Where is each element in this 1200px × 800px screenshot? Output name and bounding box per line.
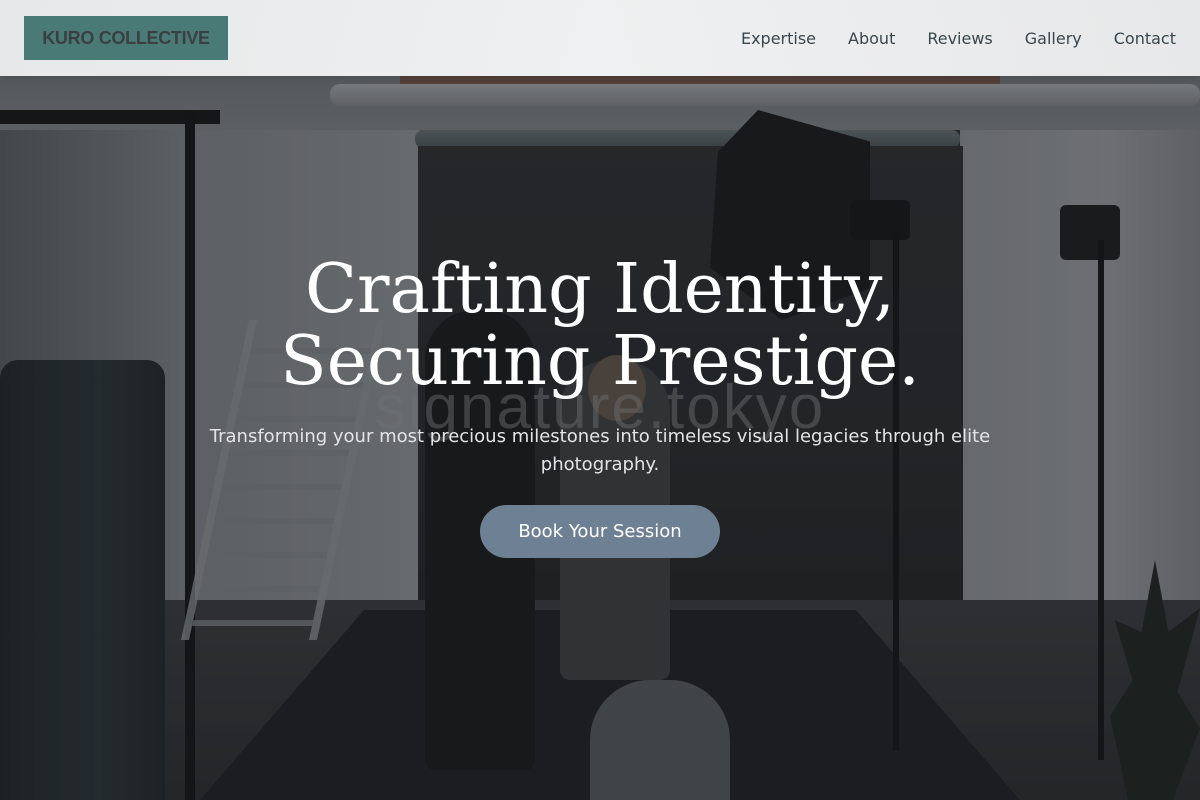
- brand-logo[interactable]: KURO COLLECTIVE: [24, 16, 228, 60]
- nav-link-contact[interactable]: Contact: [1114, 29, 1176, 48]
- main-nav: Expertise About Reviews Gallery Contact: [741, 0, 1176, 76]
- landing-page: signature.tokyo KURO COLLECTIVE Expertis…: [0, 0, 1200, 800]
- site-header: KURO COLLECTIVE Expertise About Reviews …: [0, 0, 1200, 76]
- hero-title-line-2: Securing Prestige.: [280, 322, 920, 401]
- nav-link-expertise[interactable]: Expertise: [741, 29, 816, 48]
- nav-link-about[interactable]: About: [848, 29, 895, 48]
- hero-subtitle: Transforming your most precious mileston…: [209, 426, 991, 475]
- book-session-button[interactable]: Book Your Session: [480, 505, 720, 558]
- nav-link-gallery[interactable]: Gallery: [1025, 29, 1082, 48]
- hero-title-line-1: Crafting Identity,: [304, 250, 896, 329]
- nav-link-reviews[interactable]: Reviews: [927, 29, 992, 48]
- brand-logo-text: KURO COLLECTIVE: [42, 27, 210, 48]
- hero-section: Crafting Identity, Securing Prestige. Tr…: [0, 76, 1200, 800]
- hero-title: Crafting Identity, Securing Prestige.: [100, 254, 1100, 398]
